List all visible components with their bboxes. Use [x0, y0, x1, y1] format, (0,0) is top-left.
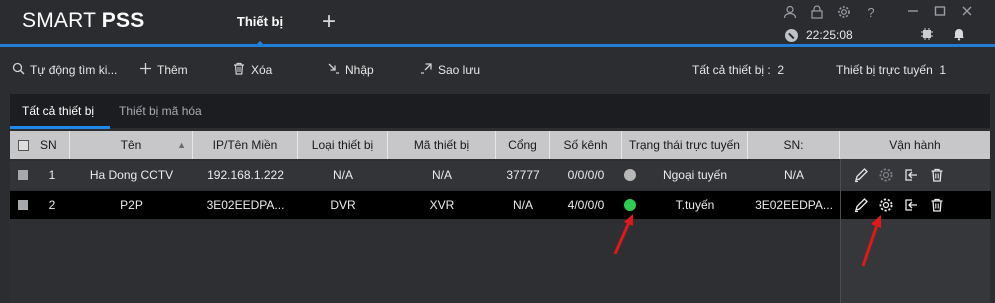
lock-icon[interactable]	[809, 5, 825, 21]
cell-sn: 1	[48, 168, 56, 182]
header-name[interactable]: Tên ▲	[70, 131, 193, 159]
plus-icon[interactable]: +	[322, 10, 336, 34]
add-button[interactable]: Thêm	[138, 62, 188, 78]
import-icon	[326, 62, 340, 78]
settings-icon[interactable]	[878, 197, 894, 213]
online-status-dot	[624, 199, 636, 211]
maximize-icon[interactable]	[932, 5, 948, 21]
settings-icon[interactable]	[878, 167, 894, 183]
header-sn[interactable]: SN	[10, 131, 70, 159]
title-bar: SMART PSS Thiết bị + ? 22:25:08	[0, 0, 995, 47]
cell-type: N/A	[332, 168, 353, 182]
select-all-checkbox[interactable]	[18, 140, 29, 151]
trash-icon	[232, 62, 246, 78]
trash-icon[interactable]	[929, 167, 945, 183]
tab-all-devices[interactable]: Tất cả thiết bị	[22, 104, 94, 118]
cell-status: T.tuyến	[675, 198, 715, 212]
device-table: SN Tên ▲ IP/Tên Miền Loại thiết bị Mã th…	[10, 131, 991, 303]
backup-button[interactable]: Sao lưu	[419, 62, 480, 78]
cell-model: N/A	[431, 168, 452, 182]
header-serial[interactable]: SN:	[748, 131, 840, 159]
cell-ip: 192.168.1.222	[207, 168, 284, 182]
export-icon	[419, 62, 433, 78]
tab-devices[interactable]: Thiết bị	[224, 0, 296, 47]
import-button[interactable]: Nhập	[326, 62, 374, 78]
delete-button[interactable]: Xóa	[232, 62, 272, 78]
table-row[interactable]: 1 Ha Dong CCTV 192.168.1.222 N/A N/A 377…	[10, 161, 840, 189]
active-tab-indicator	[10, 126, 110, 129]
offline-status-dot	[624, 169, 636, 181]
search-icon	[11, 62, 25, 78]
header-ip[interactable]: IP/Tên Miền	[193, 131, 298, 159]
edit-icon[interactable]	[853, 197, 869, 213]
cell-serial: N/A	[783, 168, 804, 182]
minimize-icon[interactable]	[905, 5, 921, 21]
cell-status: Ngoại tuyến	[662, 168, 728, 182]
auto-search-button[interactable]: Tự động tìm ki...	[11, 62, 117, 78]
total-devices-stat: Tất cả thiết bị : 2	[692, 63, 785, 77]
cell-serial: 3E02EEDPA...	[755, 198, 833, 212]
header-accent-line	[0, 44, 995, 47]
online-devices-stat: Thiết bị trực tuyến 1	[836, 63, 947, 77]
header-model[interactable]: Mã thiết bị	[388, 131, 496, 159]
device-subtabs: Tất cả thiết bị Thiết bị mã hóa	[10, 94, 990, 128]
cell-type: DVR	[330, 198, 356, 212]
header-status[interactable]: Trạng thái trực tuyến	[622, 131, 748, 159]
header-port[interactable]: Cổng	[496, 131, 550, 159]
header-type[interactable]: Loại thiết bị	[298, 131, 388, 159]
gear-icon[interactable]	[836, 5, 852, 21]
cell-sn: 2	[48, 198, 56, 212]
row-checkbox[interactable]	[18, 200, 28, 210]
row-checkbox[interactable]	[18, 170, 28, 180]
clock-icon	[785, 28, 798, 42]
cell-ip: 3E02EEDPA...	[206, 198, 285, 212]
cell-port: 37777	[506, 168, 540, 182]
app-logo: SMART PSS	[22, 9, 145, 32]
cell-name: P2P	[120, 198, 143, 212]
cpu-icon[interactable]	[919, 27, 935, 43]
table-row[interactable]: 2 P2P 3E02EEDPA... DVR XVR N/A 4/0/0/0 T…	[10, 191, 840, 219]
user-icon[interactable]	[782, 5, 798, 21]
table-header: SN Tên ▲ IP/Tên Miền Loại thiết bị Mã th…	[10, 131, 990, 159]
logout-icon[interactable]	[903, 167, 919, 183]
cell-channels: 0/0/0/0	[567, 168, 605, 182]
cell-name: Ha Dong CCTV	[89, 168, 174, 182]
annotation-arrow-status	[613, 214, 633, 255]
tab-encoded-devices[interactable]: Thiết bị mã hóa	[119, 104, 202, 118]
row-operations	[841, 161, 991, 189]
cell-model: XVR	[429, 198, 455, 212]
cell-port: N/A	[512, 198, 533, 212]
annotation-arrow-settings	[861, 215, 881, 267]
edit-icon[interactable]	[853, 167, 869, 183]
bell-icon[interactable]	[951, 27, 967, 43]
logout-icon[interactable]	[903, 197, 919, 213]
clock: 22:25:08	[785, 27, 853, 43]
trash-icon[interactable]	[929, 197, 945, 213]
sort-asc-icon: ▲	[177, 140, 186, 150]
header-channels[interactable]: Số kênh	[550, 131, 622, 159]
clock-time: 22:25:08	[806, 28, 853, 42]
close-icon[interactable]	[959, 5, 975, 21]
plus-icon	[138, 62, 152, 78]
help-icon[interactable]: ?	[863, 5, 879, 21]
toolbar: Tự động tìm ki... Thêm Xóa Nhập Sao lưu …	[0, 48, 995, 92]
header-operations: Vận hành	[889, 138, 941, 152]
